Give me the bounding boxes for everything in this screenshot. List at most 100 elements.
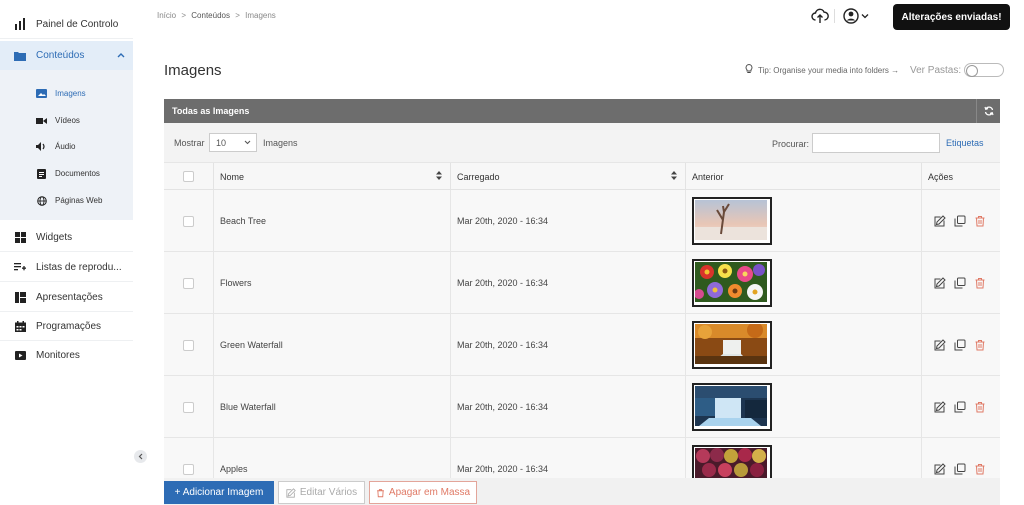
page-title: Imagens (164, 62, 222, 79)
select-all-checkbox[interactable] (183, 171, 194, 182)
sidebar-item-presentations[interactable]: Apresentações (0, 283, 133, 312)
edit-multiple-button[interactable]: Editar Vários (278, 481, 365, 504)
submenu-item-documents[interactable]: Documentos (0, 160, 133, 187)
duplicate-icon[interactable] (954, 401, 966, 413)
actions-cell (922, 376, 1000, 438)
images-table: Nome Carregado Anterior Ações Beach Tree… (164, 163, 1000, 478)
column-header-uploaded[interactable]: Carregado (451, 163, 686, 190)
table-row[interactable]: Flowers Mar 20th, 2020 - 16:34 (164, 252, 1000, 314)
submenu-item-videos[interactable]: Vídeos (0, 107, 133, 134)
duplicate-icon[interactable] (954, 339, 966, 351)
actions-cell (922, 438, 1000, 478)
submenu-label: Páginas Web (55, 196, 103, 205)
submenu-label: Áudio (55, 142, 76, 151)
table-row[interactable]: Blue Waterfall Mar 20th, 2020 - 16:34 (164, 376, 1000, 438)
sidebar-item-label: Widgets (36, 231, 73, 243)
preview-cell (686, 376, 922, 438)
column-header-preview: Anterior (686, 163, 922, 190)
edit-icon[interactable] (934, 339, 946, 351)
image-thumbnail[interactable] (692, 383, 772, 431)
column-label: Carregado (457, 171, 500, 182)
delete-icon[interactable] (974, 463, 986, 475)
sidebar-item-playlists[interactable]: Listas de reprodu... (0, 253, 133, 282)
image-thumbnail[interactable] (692, 445, 772, 478)
breadcrumb-content[interactable]: Conteúdos (191, 11, 230, 20)
search-input[interactable] (812, 133, 940, 153)
edit-icon[interactable] (934, 215, 946, 227)
chevron-left-icon (138, 453, 143, 460)
sidebar-item-schedules[interactable]: Programações (0, 312, 133, 341)
sidebar: Painel de Controlo Conteúdos Imagens Víd… (0, 0, 133, 505)
submenu-item-images[interactable]: Imagens (0, 80, 133, 107)
show-folders-toggle[interactable] (964, 63, 1005, 77)
breadcrumb-home[interactable]: Início (157, 11, 176, 20)
row-select-cell (164, 376, 214, 438)
delete-icon[interactable] (974, 401, 986, 413)
breadcrumb-separator: > (181, 11, 187, 20)
image-thumbnail[interactable] (692, 197, 772, 245)
trash-icon (376, 488, 385, 498)
edit-multiple-label: Editar Vários (299, 487, 358, 498)
cloud-upload-icon[interactable] (811, 7, 829, 25)
breadcrumb-current: Imagens (245, 11, 276, 20)
actions-cell (922, 314, 1000, 376)
duplicate-icon[interactable] (954, 463, 966, 475)
user-menu-icon[interactable] (842, 7, 872, 25)
edit-icon[interactable] (934, 277, 946, 289)
row-select-cell (164, 190, 214, 252)
page-size-select[interactable]: 10 (209, 133, 257, 152)
actions-cell (922, 190, 1000, 252)
table-header: Nome Carregado Anterior Ações (164, 163, 1000, 190)
duplicate-icon[interactable] (954, 215, 966, 227)
sidebar-item-label: Programações (36, 320, 102, 332)
column-label: Nome (220, 171, 245, 182)
submenu-item-webpages[interactable]: Páginas Web (0, 187, 133, 214)
breadcrumb-separator: > (235, 11, 240, 20)
collapse-sidebar-button[interactable] (134, 450, 147, 463)
panel-header: Todas as Imagens (164, 99, 1000, 123)
show-folders: Ver Pastas: (910, 63, 1005, 77)
row-checkbox[interactable] (183, 215, 194, 227)
add-image-button[interactable]: + Adicionar Imagem (164, 481, 274, 504)
sort-icon (671, 171, 677, 182)
refresh-button[interactable] (976, 99, 1000, 123)
preview-cell (686, 252, 922, 314)
table-row[interactable]: Green Waterfall Mar 20th, 2020 - 16:34 (164, 314, 1000, 376)
name-cell: Flowers (214, 252, 451, 314)
sidebar-item-content[interactable]: Conteúdos (0, 41, 133, 70)
edit-icon (286, 487, 296, 498)
image-thumbnail[interactable] (692, 259, 772, 307)
row-checkbox[interactable] (183, 277, 194, 289)
search-label: Procurar: (772, 139, 810, 149)
edit-icon[interactable] (934, 401, 946, 413)
tags-link[interactable]: Etiquetas (946, 138, 984, 148)
submenu-label: Vídeos (55, 116, 80, 125)
bulk-delete-button[interactable]: Apagar em Massa (369, 481, 477, 504)
row-checkbox[interactable] (183, 401, 194, 413)
edit-icon[interactable] (934, 463, 946, 475)
delete-icon[interactable] (974, 339, 986, 351)
row-checkbox[interactable] (183, 339, 194, 351)
show-label: Mostrar (174, 138, 205, 148)
duplicate-icon[interactable] (954, 277, 966, 289)
submenu-label: Documentos (55, 169, 100, 178)
sidebar-item-label: Monitores (36, 350, 80, 361)
sidebar-item-widgets[interactable]: Widgets (0, 223, 133, 252)
changes-sent-button[interactable]: Alterações enviadas! (893, 4, 1010, 30)
sidebar-item-dashboard[interactable]: Painel de Controlo (0, 10, 133, 39)
sort-icon (436, 171, 442, 182)
column-label: Ações (928, 171, 954, 182)
delete-icon[interactable] (974, 277, 986, 289)
image-thumbnail[interactable] (692, 321, 772, 369)
delete-icon[interactable] (974, 215, 986, 227)
table-row[interactable]: Apples Mar 20th, 2020 - 16:34 (164, 438, 1000, 478)
table-row[interactable]: Beach Tree Mar 20th, 2020 - 16:34 (164, 190, 1000, 252)
submenu-item-audio[interactable]: Áudio (0, 133, 133, 160)
audio-icon (36, 141, 47, 152)
column-header-name[interactable]: Nome (214, 163, 451, 190)
preview-cell (686, 190, 922, 252)
row-checkbox[interactable] (183, 463, 194, 475)
monitor-icon (14, 350, 26, 362)
content-submenu: Imagens Vídeos Áudio Documentos Páginas … (0, 70, 133, 220)
sidebar-item-monitors[interactable]: Monitores (0, 341, 133, 370)
